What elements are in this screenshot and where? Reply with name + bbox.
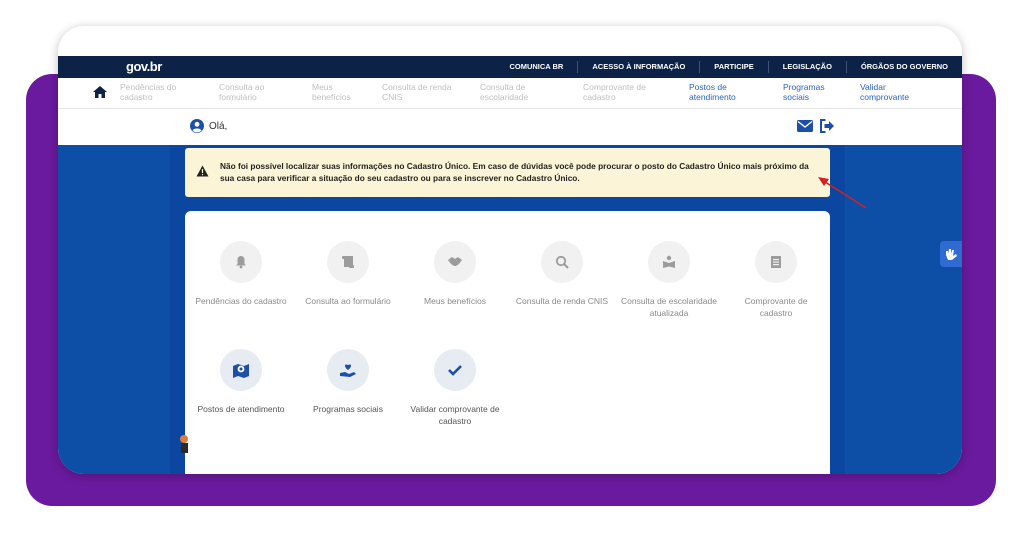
mail-icon[interactable] — [797, 120, 813, 132]
book-reader-icon — [663, 255, 675, 268]
alert-box: Não foi possível localizar suas informaç… — [185, 148, 830, 197]
nav-programas-sociais[interactable]: Programas sociais — [783, 82, 833, 102]
hands-sign-icon — [946, 249, 957, 260]
nav-pendencias[interactable]: Pendências do cadastro — [120, 82, 186, 102]
service-icon-circle — [327, 349, 369, 391]
link-acesso-informacao[interactable]: ACESSO À INFORMAÇÃO — [577, 61, 699, 73]
service-icon-circle — [648, 241, 690, 283]
scroll-icon — [342, 256, 354, 268]
service-consulta-formulario[interactable]: Consulta ao formulário — [300, 241, 396, 307]
top-links: COMUNICA BR ACESSO À INFORMAÇÃO PARTICIP… — [495, 56, 962, 78]
check-icon — [448, 365, 462, 376]
service-consulta-escolaridade[interactable]: Consulta de escolaridade atualizada — [621, 241, 717, 319]
main-nav: Pendências do cadastro Consulta ao formu… — [58, 78, 962, 109]
map-marker-icon — [233, 364, 249, 378]
service-label: Validar comprovante de cadastro — [410, 404, 500, 426]
nav-consulta-formulario[interactable]: Consulta ao formulário — [219, 82, 275, 102]
service-icon-circle — [327, 241, 369, 283]
top-bar: gov.br COMUNICA BR ACESSO À INFORMAÇÃO P… — [58, 56, 962, 78]
service-label: Consulta de escolaridade atualizada — [621, 296, 717, 318]
service-icon-circle — [541, 241, 583, 283]
browser-screen: gov.br COMUNICA BR ACESSO À INFORMAÇÃO P… — [58, 26, 962, 474]
logout-icon[interactable] — [820, 119, 835, 133]
greeting: Olá, — [209, 121, 228, 132]
service-label: Postos de atendimento — [197, 404, 285, 414]
receipt-icon — [771, 256, 781, 268]
accessibility-vlibras-button[interactable] — [940, 241, 962, 267]
service-label: Comprovante de cadastro — [744, 296, 808, 318]
service-comprovante[interactable]: Comprovante de cadastro — [728, 241, 824, 319]
link-legislacao[interactable]: LEGISLAÇÃO — [767, 61, 846, 73]
link-comunica-br[interactable]: COMUNICA BR — [495, 61, 577, 73]
avatar-figure — [180, 435, 188, 453]
service-postos-atendimento[interactable]: Postos de atendimento — [193, 349, 289, 415]
service-label: Consulta de renda CNIS — [515, 296, 609, 306]
service-consulta-renda[interactable]: Consulta de renda CNIS — [514, 241, 610, 307]
search-icon — [555, 255, 569, 269]
service-icon-circle — [220, 349, 262, 391]
home-icon[interactable] — [92, 85, 108, 99]
service-label: Meus benefícios — [424, 296, 486, 306]
handshake-icon — [448, 257, 462, 266]
nav-consulta-escolaridade[interactable]: Consulta de escolaridade — [480, 82, 544, 102]
bell-icon — [236, 256, 246, 269]
govbr-logo[interactable]: gov.br — [126, 59, 162, 74]
services-panel: Pendências do cadastro Consulta ao formu… — [185, 211, 830, 474]
nav-comprovante[interactable]: Comprovante de cadastro — [583, 82, 649, 102]
content-area: Não foi possível localizar suas informaç… — [58, 145, 962, 474]
link-orgaos-governo[interactable]: ÓRGÃOS DO GOVERNO — [845, 61, 962, 73]
nav-validar-comprovante[interactable]: Validar comprovante — [860, 82, 926, 102]
service-pendencias[interactable]: Pendências do cadastro — [193, 241, 289, 307]
service-icon-circle — [434, 349, 476, 391]
service-label: Pendências do cadastro — [195, 296, 287, 306]
service-icon-circle — [220, 241, 262, 283]
nav-consulta-renda[interactable]: Consulta de renda CNIS — [382, 82, 458, 102]
alert-message: Não foi possível localizar suas informaç… — [220, 161, 809, 183]
service-label: Consulta ao formulário — [305, 296, 391, 306]
service-icon-circle — [434, 241, 476, 283]
user-circle-icon[interactable] — [190, 119, 204, 133]
warning-icon — [196, 165, 209, 177]
service-validar-comprovante[interactable]: Validar comprovante de cadastro — [407, 349, 503, 427]
nav-meus-beneficios[interactable]: Meus benefícios — [312, 82, 358, 102]
link-participe[interactable]: PARTICIPE — [699, 61, 767, 73]
nav-postos-atendimento[interactable]: Postos de atendimento — [689, 82, 743, 102]
service-meus-beneficios[interactable]: Meus benefícios — [407, 241, 503, 307]
user-bar: Olá, — [58, 109, 962, 146]
hand-heart-icon — [340, 364, 356, 377]
service-programas-sociais[interactable]: Programas sociais — [300, 349, 396, 415]
service-icon-circle — [755, 241, 797, 283]
service-label: Programas sociais — [313, 404, 383, 414]
